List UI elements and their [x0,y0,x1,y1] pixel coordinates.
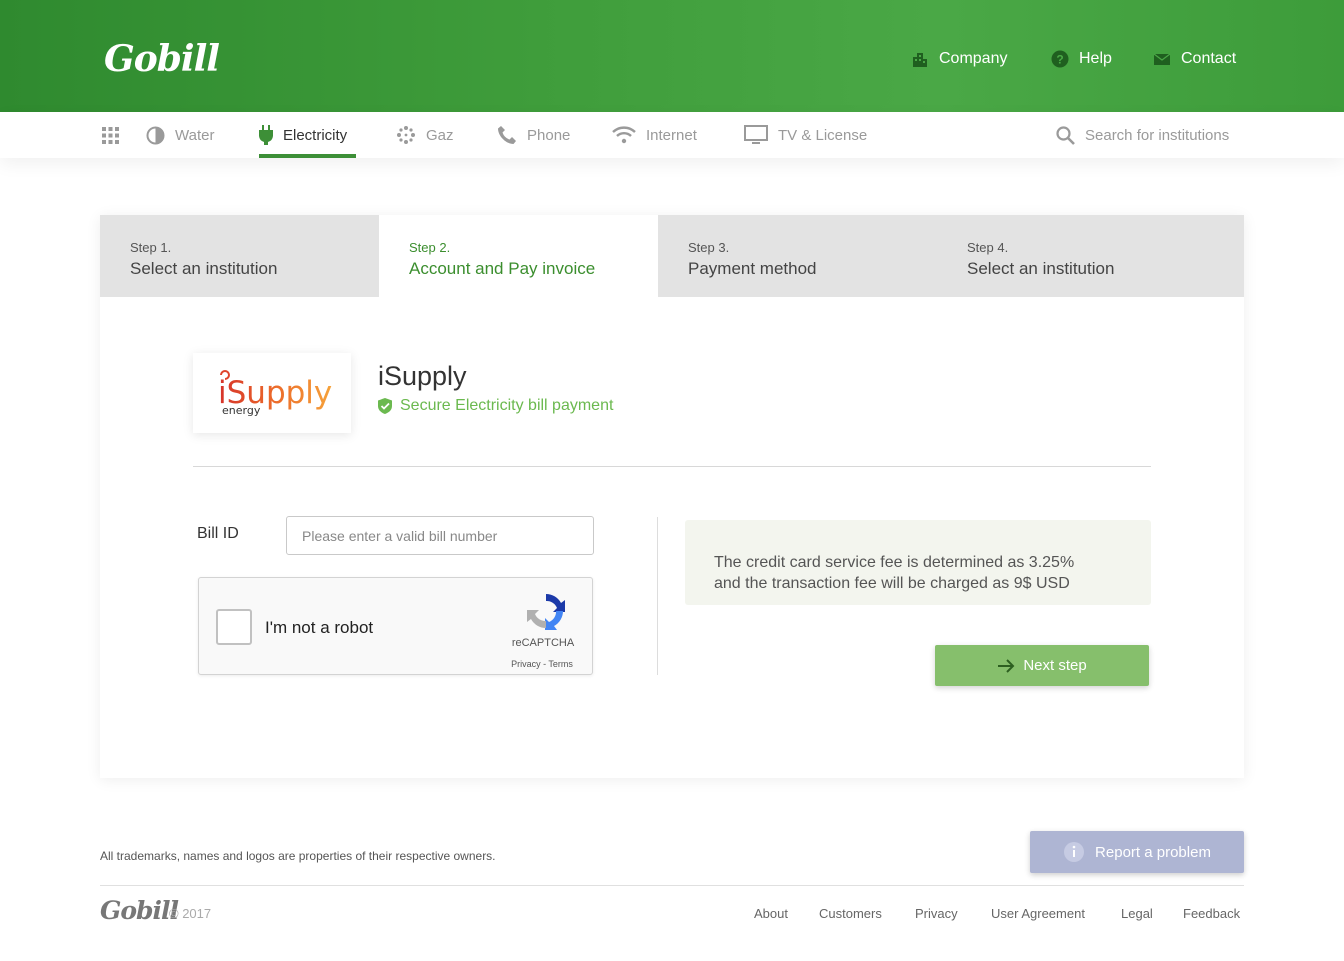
category-gaz[interactable]: Gaz [396,112,454,158]
next-step-label: Next step [1023,657,1087,674]
step-4-tab[interactable]: Step 4. Select an institution [937,215,1244,297]
plug-icon [259,125,273,145]
secure-payment-text: Secure Electricity bill payment [400,397,614,414]
report-problem-label: Report a problem [1095,843,1211,861]
monitor-icon [744,125,768,144]
water-drop-icon [146,126,165,144]
step-title: Select an institution [130,259,278,278]
footer-link-privacy[interactable]: Privacy [915,906,958,921]
step-2-tab[interactable]: Step 2. Account and Pay invoice [379,215,658,297]
recaptcha-widget: I'm not a robot reCAPTCHA Privacy - Term… [198,577,593,675]
category-gaz-label: Gaz [426,126,454,144]
category-tv-license[interactable]: TV & License [744,112,867,158]
search-placeholder: Search for institutions [1085,126,1230,144]
fee-info-line-1: The credit card service fee is determine… [714,554,1075,571]
mail-icon [1153,50,1171,68]
report-problem-button[interactable]: Report a problem [1030,831,1244,873]
wifi-icon [612,126,636,144]
header-bar: Gobill Company ? Help Contact [0,0,1344,112]
step-tabs: Step 1. Select an institution Step 2. Ac… [100,215,1244,297]
svg-text:?: ? [1056,53,1063,67]
recaptcha-label: I'm not a robot [265,618,374,637]
step-number: Step 2. [409,240,451,255]
institution-logo: iSupply energy [193,353,351,433]
category-water-label: Water [175,126,215,144]
next-step-button[interactable]: Next step [935,645,1149,686]
step-title: Select an institution [967,259,1115,278]
nav-help-label: Help [1079,50,1112,67]
help-circle-icon: ? [1051,50,1069,68]
recaptcha-brand: reCAPTCHA [511,637,575,649]
category-electricity-label: Electricity [283,126,348,144]
footer-divider [100,885,1244,886]
nav-contact[interactable]: Contact [1153,50,1236,68]
copyright: © 2017 [169,906,212,921]
step-number: Step 4. [967,240,1009,255]
column-divider [657,517,658,675]
step-title: Account and Pay invoice [409,259,596,278]
grid-icon [102,126,119,144]
category-tv-license-label: TV & License [778,126,868,144]
info-icon [1064,842,1085,862]
institution-search[interactable]: Search for institutions [1056,112,1229,158]
category-water[interactable]: Water [146,112,214,158]
step-title: Payment method [688,259,817,278]
category-phone-label: Phone [527,126,571,144]
footer-link-user-agreement[interactable]: User Agreement [991,906,1085,921]
category-electricity[interactable]: Electricity [259,112,356,158]
footer-link-about[interactable]: About [754,906,788,921]
header-logo[interactable]: Gobill [104,38,220,80]
shield-check-icon [378,398,392,414]
nav-contact-label: Contact [1181,50,1237,67]
step-1-tab[interactable]: Step 1. Select an institution [100,215,379,297]
building-icon [911,50,929,68]
step-number: Step 1. [130,240,172,255]
recaptcha-logo-icon [527,594,565,630]
payment-card: Step 1. Select an institution Step 2. Ac… [100,215,1244,778]
gas-dots-icon [397,126,415,144]
trademark-notice: All trademarks, names and logos are prop… [100,849,496,863]
recaptcha-terms-link[interactable]: Privacy - Terms [497,659,587,669]
institution-name: iSupply [378,361,467,391]
fee-info-line-2: and the transaction fee will be charged … [714,575,1070,592]
bill-id-label: Bill ID [197,525,239,542]
secure-payment-note: Secure Electricity bill payment [378,397,613,415]
footer-link-legal[interactable]: Legal [1121,906,1153,921]
section-divider [193,466,1151,467]
arrow-right-icon [998,658,1015,673]
nav-company[interactable]: Company [911,50,1007,68]
bill-id-input[interactable] [286,516,594,555]
nav-company-label: Company [939,50,1008,67]
recaptcha-checkbox[interactable] [216,609,252,645]
apps-grid-button[interactable] [102,112,119,158]
footer-link-feedback[interactable]: Feedback [1183,906,1240,921]
step-number: Step 3. [688,240,730,255]
category-phone[interactable]: Phone [497,112,570,158]
category-internet[interactable]: Internet [612,112,697,158]
search-icon [1056,125,1075,145]
phone-icon [498,126,516,144]
category-internet-label: Internet [646,126,697,144]
footer-logo[interactable]: Gobill [100,896,179,925]
step-3-tab[interactable]: Step 3. Payment method [658,215,937,297]
fee-info-box: The credit card service fee is determine… [685,520,1151,605]
category-nav: Water Electricity Gaz Phone Internet TV … [0,112,1344,158]
nav-help[interactable]: ? Help [1051,50,1112,68]
footer-link-customers[interactable]: Customers [819,906,882,921]
isupply-logo-sub: energy [222,404,261,417]
